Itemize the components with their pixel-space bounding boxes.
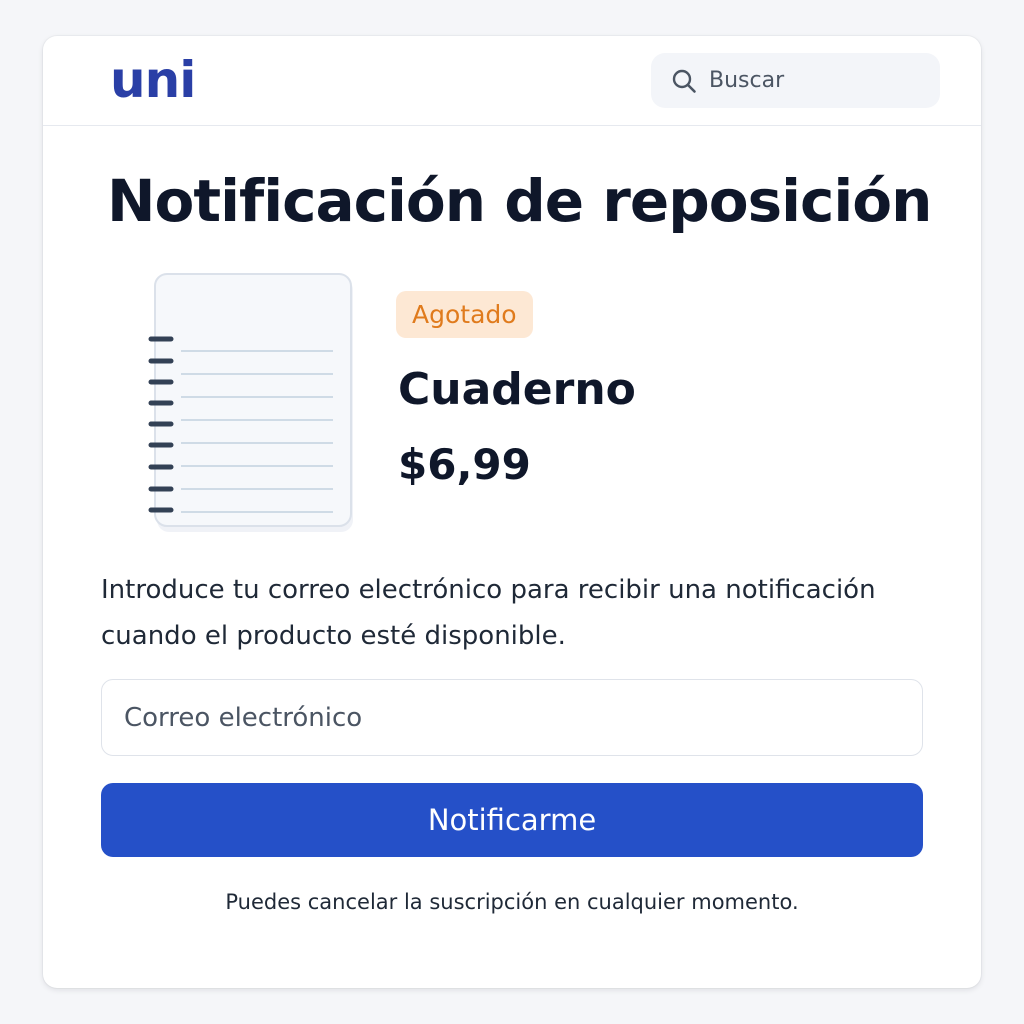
search-input[interactable] [709,53,924,108]
header: uni [43,36,981,126]
search-box[interactable] [651,53,940,108]
product-price: $6,99 [398,440,531,489]
notify-me-button[interactable]: Notificarme [101,783,923,857]
out-of-stock-badge: Agotado [396,291,533,338]
form-description: Introduce tu correo electrónico para rec… [101,575,876,651]
notebook-image-icon [148,273,353,532]
brand-logo[interactable]: uni [110,50,196,110]
product-name: Cuaderno [398,364,636,415]
email-field[interactable] [101,679,923,756]
search-icon [672,69,696,93]
unsubscribe-note: Puedes cancelar la suscripción en cualqu… [225,890,799,914]
page-title: Notificación de reposición [107,167,932,235]
restock-notification-card: uni Notificación de reposición [43,36,981,988]
